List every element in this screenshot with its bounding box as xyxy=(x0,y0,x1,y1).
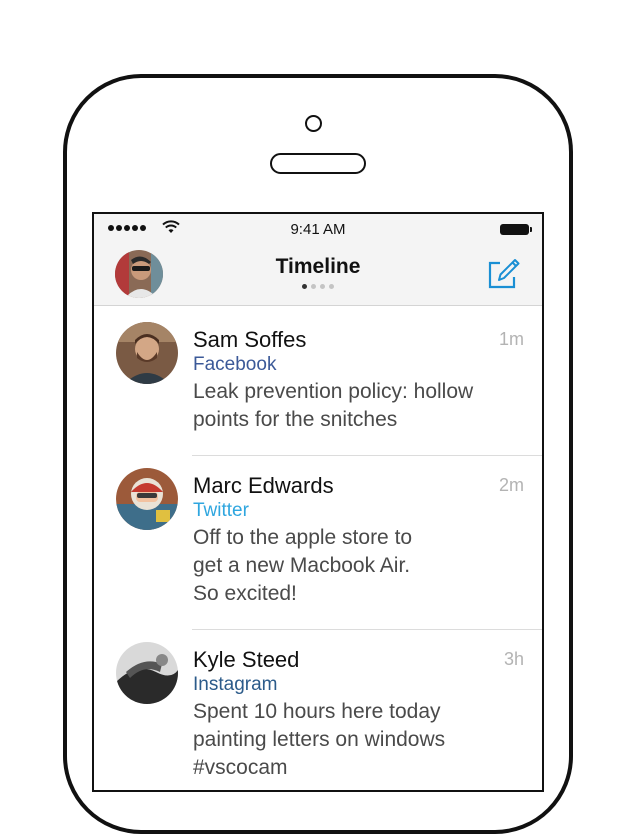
page-dot xyxy=(311,284,316,289)
author-name[interactable]: Kyle Steed xyxy=(193,647,299,673)
avatar[interactable] xyxy=(116,322,178,384)
post-source[interactable]: Instagram xyxy=(193,674,277,696)
list-item[interactable]: Kyle Steed 3h Instagram Spent 10 hours h… xyxy=(94,630,542,790)
post-text: Off to the apple store to get a new Macb… xyxy=(193,526,413,605)
avatar[interactable] xyxy=(116,642,178,704)
post-time: 3h xyxy=(503,649,524,669)
page-indicator xyxy=(94,284,542,289)
compose-icon[interactable] xyxy=(486,255,522,291)
navigation-bar: 9:41 AM Timeline xyxy=(94,214,542,306)
list-item[interactable]: Marc Edwards 2m Twitter Off to the apple… xyxy=(94,456,542,630)
status-time: 9:41 AM xyxy=(290,221,346,238)
author-name[interactable]: Sam Soffes xyxy=(193,327,306,353)
battery-icon xyxy=(500,224,532,235)
page-dot xyxy=(329,284,334,289)
page-dot-active xyxy=(302,284,307,289)
page-dot xyxy=(320,284,325,289)
page-title: Timeline xyxy=(275,255,361,278)
timeline-feed: Sam Soffes 1m Facebook Leak prevention p… xyxy=(94,310,542,790)
post-time: 2m xyxy=(498,475,524,495)
post-text: Leak prevention policy: hollow points fo… xyxy=(193,380,474,431)
list-item[interactable]: Sam Soffes 1m Facebook Leak prevention p… xyxy=(94,310,542,456)
status-bar: 9:41 AM xyxy=(94,214,542,242)
earpiece-speaker xyxy=(270,153,366,174)
author-name[interactable]: Marc Edwards xyxy=(193,473,334,499)
front-camera xyxy=(305,115,322,132)
post-source[interactable]: Twitter xyxy=(193,500,249,522)
post-text: Spent 10 hours here today painting lette… xyxy=(193,700,446,779)
post-source[interactable]: Facebook xyxy=(193,354,276,376)
phone-screen: 9:41 AM Timeline Sam Soffes 1m Facebook … xyxy=(92,212,544,792)
post-time: 1m xyxy=(498,329,524,349)
avatar[interactable] xyxy=(116,468,178,530)
